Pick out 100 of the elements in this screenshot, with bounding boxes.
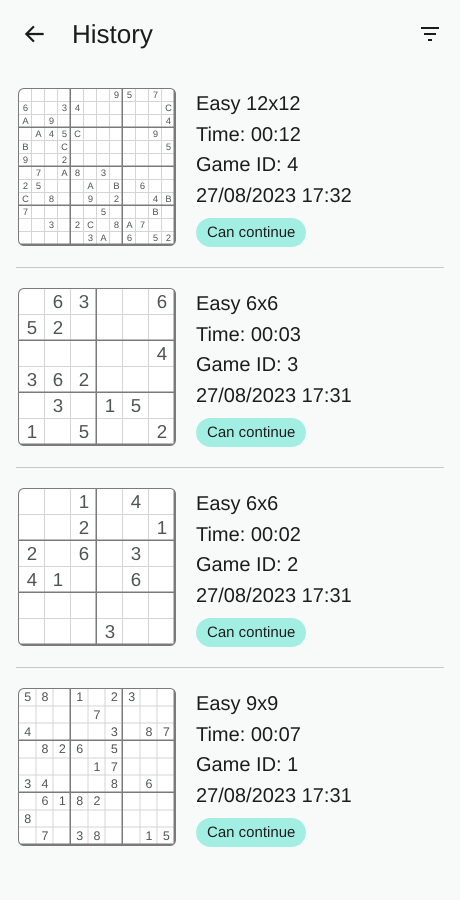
grid-digit: 6: [78, 544, 90, 564]
grid-digit: 6: [130, 570, 142, 590]
grid-digit: 3: [26, 370, 38, 390]
grid-digit: A: [87, 182, 94, 192]
grid-digit: 5: [166, 142, 172, 152]
grid-digit: 2: [74, 220, 80, 230]
grid-digit: 2: [110, 691, 118, 704]
grid-digit: 5: [152, 234, 158, 244]
grid-digit: 1: [104, 396, 116, 416]
game-time: Time: 00:07: [196, 722, 301, 748]
grid-digit: 9: [22, 156, 28, 166]
grid-digit: C: [74, 130, 81, 140]
grid-digit: 9: [152, 130, 158, 140]
grid-digit: 7: [162, 726, 170, 739]
game-date: 27/08/2023 17:31: [196, 584, 352, 608]
grid-digit: 8: [76, 795, 84, 808]
grid-digit: 6: [76, 743, 84, 756]
grid-digit: 4: [48, 130, 54, 140]
grid-digit: 3: [62, 104, 68, 114]
grid-digit: 4: [156, 344, 168, 364]
grid-digit: 3: [110, 726, 118, 739]
grid-digit: 8: [114, 220, 120, 230]
status-chip[interactable]: Can continue: [196, 218, 306, 247]
grid-digit: 5: [62, 130, 68, 140]
grid-digit: 1: [94, 760, 100, 774]
game-time: Time: 00:02: [196, 522, 301, 548]
grid-digit: 3: [48, 220, 54, 230]
grid-digit: 5: [130, 396, 142, 416]
game-date: 27/08/2023 17:31: [196, 784, 352, 808]
grid-digit: 6: [140, 182, 146, 192]
grid-digit: 6: [22, 104, 28, 114]
grid-digit: 4: [26, 570, 38, 590]
grid-digit: 5: [110, 743, 118, 756]
grid-digit: 4: [166, 116, 172, 126]
grid-digit: 7: [110, 760, 118, 774]
grid-digit: 4: [74, 104, 80, 114]
game-id: Game ID: 1: [196, 753, 298, 778]
grid-digit: 2: [58, 743, 66, 756]
grid-digit: A: [126, 220, 133, 230]
grid-digit: 8: [42, 743, 48, 756]
grid-digit: 3: [100, 168, 106, 178]
grid-digit: 9: [88, 194, 94, 204]
game-title: Easy 9x9: [196, 692, 278, 717]
grid-digit: A: [61, 168, 68, 178]
game-title: Easy 6x6: [196, 292, 278, 317]
status-chip[interactable]: Can continue: [196, 618, 306, 647]
grid-digit: A: [35, 130, 42, 140]
grid-digit: 7: [140, 220, 146, 230]
grid-digit: 4: [152, 194, 158, 204]
game-date: 27/08/2023 17:32: [196, 184, 352, 208]
grid-digit: A: [22, 116, 29, 126]
game-id: Game ID: 3: [196, 353, 298, 378]
game-title: Easy 6x6: [196, 492, 278, 517]
status-chip[interactable]: Can continue: [196, 418, 306, 447]
grid-digit: 8: [146, 726, 152, 739]
grid-digit: 3: [76, 830, 84, 843]
grid-digit: 2: [78, 370, 90, 390]
grid-digit: B: [165, 194, 172, 204]
grid-digit: 4: [42, 778, 48, 791]
grid-digit: 6: [52, 370, 64, 390]
grid-digit: 1: [26, 422, 38, 442]
grid-digit: 8: [74, 168, 80, 178]
grid-digit: 6: [156, 292, 168, 312]
grid-digit: A: [100, 234, 107, 244]
grid-digit: 2: [22, 182, 28, 192]
grid-digit: 3: [128, 691, 136, 704]
grid-digit: 9: [48, 116, 54, 126]
game-title: Easy 12x12: [196, 92, 301, 117]
grid-digit: C: [87, 220, 94, 230]
grid-digit: 5: [162, 830, 170, 843]
grid-digit: 1: [146, 830, 152, 843]
grid-digit: C: [165, 104, 172, 114]
grid-digit: 1: [78, 492, 90, 512]
grid-digit: 3: [78, 292, 90, 312]
grid-digit: 3: [88, 234, 94, 244]
grid-digit: 4: [130, 492, 142, 512]
page-title: History: [72, 18, 154, 50]
grid-digit: C: [61, 142, 68, 152]
grid-digit: 8: [24, 812, 32, 826]
grid-digit: 3: [52, 396, 64, 416]
grid-digit: 7: [94, 708, 100, 722]
grid-digit: 7: [152, 90, 158, 100]
grid-digit: 2: [156, 422, 168, 442]
grid-digit: 2: [114, 194, 120, 204]
grid-digit: 1: [76, 691, 84, 704]
status-chip[interactable]: Can continue: [196, 818, 306, 847]
game-id: Game ID: 4: [196, 153, 298, 178]
grid-digit: 2: [62, 156, 68, 166]
grid-digit: B: [113, 182, 120, 192]
grid-digit: 5: [26, 318, 38, 338]
grid-digit: 8: [110, 778, 118, 791]
grid-digit: 5: [24, 691, 32, 704]
grid-digit: 7: [22, 208, 28, 218]
grid-digit: 8: [48, 194, 54, 204]
grid-digit: 1: [52, 570, 64, 590]
grid-digit: 6: [126, 234, 132, 244]
grid-digit: 1: [156, 518, 168, 538]
grid-digit: B: [152, 208, 159, 218]
game-id: Game ID: 2: [196, 553, 298, 578]
grid-digit: 9: [114, 90, 120, 100]
